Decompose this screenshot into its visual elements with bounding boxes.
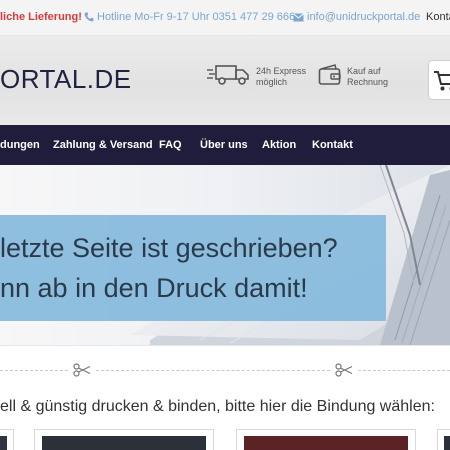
nav-item-zahlung-versand[interactable]: Zahlung & Versand <box>53 139 153 151</box>
cut-line <box>0 370 68 371</box>
divider <box>0 345 450 346</box>
binding-cover-image <box>42 436 206 450</box>
section-headline: ell & günstig drucken & binden, bitte hi… <box>0 398 435 415</box>
binding-card[interactable] <box>0 429 14 450</box>
email-text: info@unidruckportal.de <box>307 11 421 23</box>
hero-line1: letzte Seite ist geschrieben? <box>0 233 338 263</box>
phone-icon <box>84 12 94 22</box>
cut-line <box>358 370 450 371</box>
nav-item-aktion[interactable]: Aktion <box>262 139 296 151</box>
scissors-icon <box>73 363 91 377</box>
cut-line <box>96 370 330 371</box>
top-bar: liche Lieferung! Hotline Mo-Fr 9-17 Uhr … <box>0 0 450 36</box>
express-line1: 24h Express <box>256 66 307 76</box>
invoice-line1: Kauf auf <box>347 66 381 76</box>
hero-banner: letzte Seite ist geschrieben? nn ab in d… <box>0 165 450 345</box>
cart-icon <box>434 71 450 91</box>
site-logo[interactable]: ORTAL.DE <box>0 64 132 95</box>
binding-card[interactable] <box>34 429 214 450</box>
binding-card[interactable] <box>236 429 416 450</box>
envelope-icon <box>293 13 304 22</box>
nav-item-faq[interactable]: FAQ <box>159 139 182 151</box>
nav-item-kontakt[interactable]: Kontakt <box>312 139 353 151</box>
cart-button[interactable] <box>428 60 450 100</box>
main-nav: dungen Zahlung & Versand FAQ Über uns Ak… <box>0 125 450 165</box>
scissors-icon <box>335 363 353 377</box>
email-link[interactable]: info@unidruckportal.de <box>293 11 420 23</box>
contact-link[interactable]: Kontakt <box>426 11 450 23</box>
binding-card[interactable] <box>437 429 450 450</box>
binding-cover-image <box>0 436 7 450</box>
hotline-text: Hotline Mo-Fr 9-17 Uhr 0351 477 29 666 <box>97 11 296 23</box>
hotline-link[interactable]: Hotline Mo-Fr 9-17 Uhr 0351 477 29 666 <box>84 11 295 23</box>
binding-cover-image <box>244 436 408 450</box>
binding-cover-image <box>444 436 450 450</box>
express-line2: möglich <box>256 77 288 87</box>
nav-item-ueber-uns[interactable]: Über uns <box>200 139 248 151</box>
site-header: ORTAL.DE 24h Express möglich Kauf auf Re… <box>0 36 450 125</box>
hero-message-box: letzte Seite ist geschrieben? nn ab in d… <box>0 215 386 321</box>
truck-icon <box>207 65 249 85</box>
invoice-line2: Rechnung <box>347 77 389 87</box>
wallet-icon <box>318 64 341 85</box>
hero-line2: nn ab in den Druck damit! <box>0 273 308 303</box>
delivery-promo-text: liche Lieferung! <box>0 11 82 23</box>
nav-item-bindungen[interactable]: dungen <box>0 139 40 151</box>
